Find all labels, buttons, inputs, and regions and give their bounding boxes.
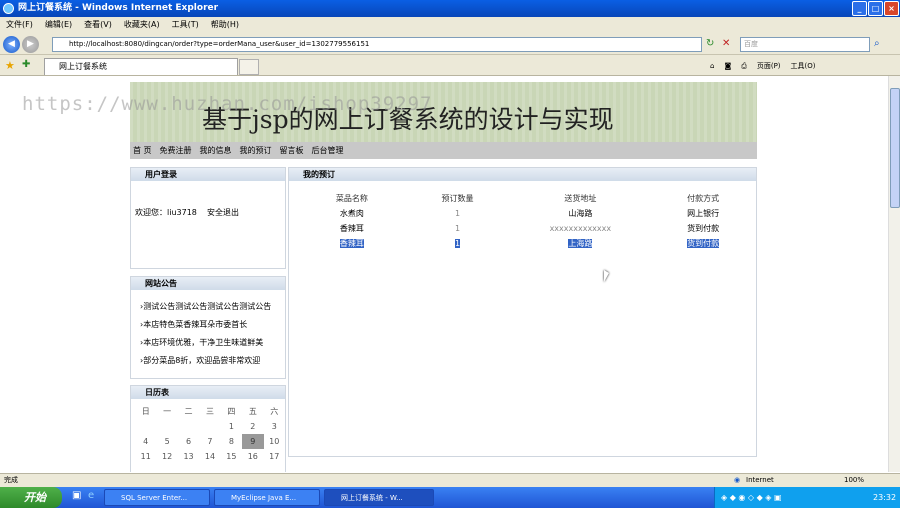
- calendar-day[interactable]: 12: [156, 449, 177, 464]
- notice-item[interactable]: ›测试公告测试公告测试公告测试公告: [140, 298, 285, 316]
- zone-text: Internet: [746, 476, 774, 484]
- start-button[interactable]: 开始: [0, 487, 62, 508]
- table-header-row: 菜品名称 预订数量 送货地址 付款方式: [335, 194, 720, 203]
- calendar-day[interactable]: 5: [156, 434, 177, 449]
- watermark: https://www.huzhan.com/ishop39297: [22, 93, 433, 115]
- calendar-day[interactable]: 8: [221, 434, 242, 449]
- refresh-icon[interactable]: ↻: [706, 38, 714, 49]
- calendar-day[interactable]: 4: [135, 434, 156, 449]
- nav-admin[interactable]: 后台管理: [312, 146, 344, 155]
- task-sql-server[interactable]: SQL Server Enter...: [104, 489, 210, 506]
- nav-guestbook[interactable]: 留言板: [280, 146, 304, 155]
- calendar-day[interactable]: 15: [221, 449, 242, 464]
- task-ie-window[interactable]: 网上订餐系统 - W...: [324, 489, 434, 506]
- menu-edit[interactable]: 编辑(E): [45, 20, 72, 29]
- calendar-day[interactable]: 6: [178, 434, 199, 449]
- command-bar: ⌂ ◙ ⎙ 页面(P) 工具(O): [700, 58, 816, 74]
- page-menu[interactable]: 页面(P): [757, 62, 781, 70]
- title-bar: 网上订餐系统 - Windows Internet Explorer _ □ ×: [0, 0, 900, 17]
- calendar-day[interactable]: 11: [135, 449, 156, 464]
- quicklaunch-ie-icon[interactable]: e: [88, 490, 94, 501]
- calendar-day[interactable]: 3: [264, 419, 285, 434]
- nav-register[interactable]: 免费注册: [160, 146, 192, 155]
- ie-icon: [3, 3, 14, 14]
- close-button[interactable]: ×: [884, 1, 899, 16]
- stop-icon[interactable]: ✕: [722, 38, 730, 49]
- mouse-cursor-icon: [604, 270, 609, 282]
- calendar-today[interactable]: 9: [242, 434, 264, 449]
- calendar-box: 日历表 日一二三四五六 123 4 5 6 7 8 9 10 11 12 13 14 15 16 17: [130, 385, 286, 472]
- orders-title: 我的预订: [289, 168, 756, 181]
- calendar-day[interactable]: 17: [264, 449, 285, 464]
- calendar-day[interactable]: 13: [178, 449, 199, 464]
- status-text: 完成: [4, 476, 18, 484]
- address-input[interactable]: http://localhost:8080/dingcan/order?type…: [52, 37, 702, 52]
- tab-current[interactable]: 网上订餐系统: [44, 58, 238, 75]
- menu-favorites[interactable]: 收藏夹(A): [124, 20, 160, 29]
- minimize-button[interactable]: _: [852, 1, 867, 16]
- site-nav: 首 页免费注册 我的信息 我的预订 留言板 后台管理: [130, 142, 757, 159]
- calendar-day[interactable]: 2: [242, 419, 263, 434]
- scrollbar-thumb[interactable]: [890, 88, 900, 208]
- page-viewport: 基于jsp的网上订餐系统的设计与实现 首 页免费注册 我的信息 我的预订 留言板 后台管…: [0, 76, 888, 472]
- maximize-button[interactable]: □: [868, 1, 883, 16]
- calendar-day[interactable]: 7: [199, 434, 220, 449]
- taskbar: 开始 ▣ e SQL Server Enter... MyEclipse Jav…: [0, 487, 900, 508]
- orders-table: 菜品名称 预订数量 送货地址 付款方式 水煮肉 1 山海路 网上银行 香辣耳 1 xxxxxxx…: [299, 191, 756, 251]
- calendar-day[interactable]: 10: [264, 434, 285, 449]
- login-title: 用户登录: [131, 168, 285, 181]
- address-bar: ◀ ▶ http://localhost:8080/dingcan/order?…: [0, 33, 900, 55]
- menu-tools[interactable]: 工具(T): [172, 20, 199, 29]
- tab-bar: ★ ✚ 网上订餐系统 ⌂ ◙ ⎙ 页面(P) 工具(O): [0, 55, 900, 76]
- new-tab-button[interactable]: [239, 59, 259, 75]
- favorites-star-icon[interactable]: ★: [5, 59, 15, 72]
- clock: 23:32: [873, 493, 897, 502]
- notice-item[interactable]: ›本店环境优雅，干净卫生味道鲜美: [140, 334, 285, 352]
- calendar-day[interactable]: 16: [242, 449, 263, 464]
- logout-link[interactable]: 安全退出: [207, 208, 239, 217]
- calendar-title: 日历表: [131, 386, 285, 399]
- status-bar: 完成 ◉ Internet 100%: [0, 473, 900, 487]
- task-myeclipse[interactable]: MyEclipse Java E...: [214, 489, 320, 506]
- back-icon[interactable]: ◀: [3, 36, 20, 53]
- vertical-scrollbar[interactable]: [888, 76, 900, 472]
- table-row-selected: 香辣耳 1 上海路 货到付款: [339, 239, 720, 248]
- calendar-day[interactable]: 1: [221, 419, 242, 434]
- notice-box: 网站公告 ›测试公告测试公告测试公告测试公告 ›本店特色菜香辣耳朵市委首长 ›本…: [130, 276, 286, 379]
- add-favorite-icon[interactable]: ✚: [22, 59, 30, 70]
- nav-my-orders[interactable]: 我的预订: [240, 146, 272, 155]
- forward-icon[interactable]: ▶: [22, 36, 39, 53]
- notice-item[interactable]: ›部分菜品8折，欢迎品尝非常欢迎: [140, 352, 285, 370]
- tab-label: 网上订餐系统: [59, 62, 107, 71]
- system-tray: ◈ ◆ ◉ ◇ ◆ ◈ ▣ 23:32: [714, 487, 900, 508]
- menu-help[interactable]: 帮助(H): [211, 20, 239, 29]
- menu-view[interactable]: 查看(V): [84, 20, 112, 29]
- orders-box: 我的预订 菜品名称 预订数量 送货地址 付款方式 水煮肉 1 山海路 网上银行 香辣耳 1 xx…: [288, 167, 757, 457]
- table-row: 水煮肉 1 山海路 网上银行: [339, 209, 720, 218]
- print-icon[interactable]: ⎙: [741, 62, 747, 70]
- tools-menu[interactable]: 工具(O): [791, 62, 816, 70]
- menu-file[interactable]: 文件(F): [6, 20, 33, 29]
- login-box: 用户登录 欢迎您：liu3718 安全退出: [130, 167, 286, 269]
- nav-my-info[interactable]: 我的信息: [200, 146, 232, 155]
- window-title: 网上订餐系统 - Windows Internet Explorer: [18, 3, 219, 13]
- menu-bar: 文件(F) 编辑(E) 查看(V) 收藏夹(A) 工具(T) 帮助(H): [0, 17, 900, 33]
- search-input[interactable]: 百度: [740, 37, 870, 52]
- calendar-grid: 日一二三四五六 123 4 5 6 7 8 9 10 11 12 13 14 15 16 17: [135, 404, 285, 464]
- quicklaunch-desktop-icon[interactable]: ▣: [72, 490, 81, 501]
- home-icon[interactable]: ⌂: [710, 62, 714, 70]
- feeds-icon[interactable]: ◙: [724, 62, 731, 70]
- notice-item[interactable]: ›本店特色菜香辣耳朵市委首长: [140, 316, 285, 334]
- welcome-text: 欢迎您：liu3718: [135, 208, 197, 217]
- zoom-level[interactable]: 100%: [844, 474, 864, 487]
- notice-title: 网站公告: [131, 277, 285, 290]
- globe-icon: ◉: [734, 476, 741, 484]
- nav-home[interactable]: 首 页: [133, 146, 152, 155]
- tray-icons[interactable]: ◈ ◆ ◉ ◇ ◆ ◈ ▣: [721, 493, 782, 502]
- table-row: 香辣耳 1 xxxxxxxxxxxxx 货到付款: [339, 224, 720, 233]
- search-icon[interactable]: ⌕: [874, 38, 880, 49]
- calendar-day[interactable]: 14: [199, 449, 220, 464]
